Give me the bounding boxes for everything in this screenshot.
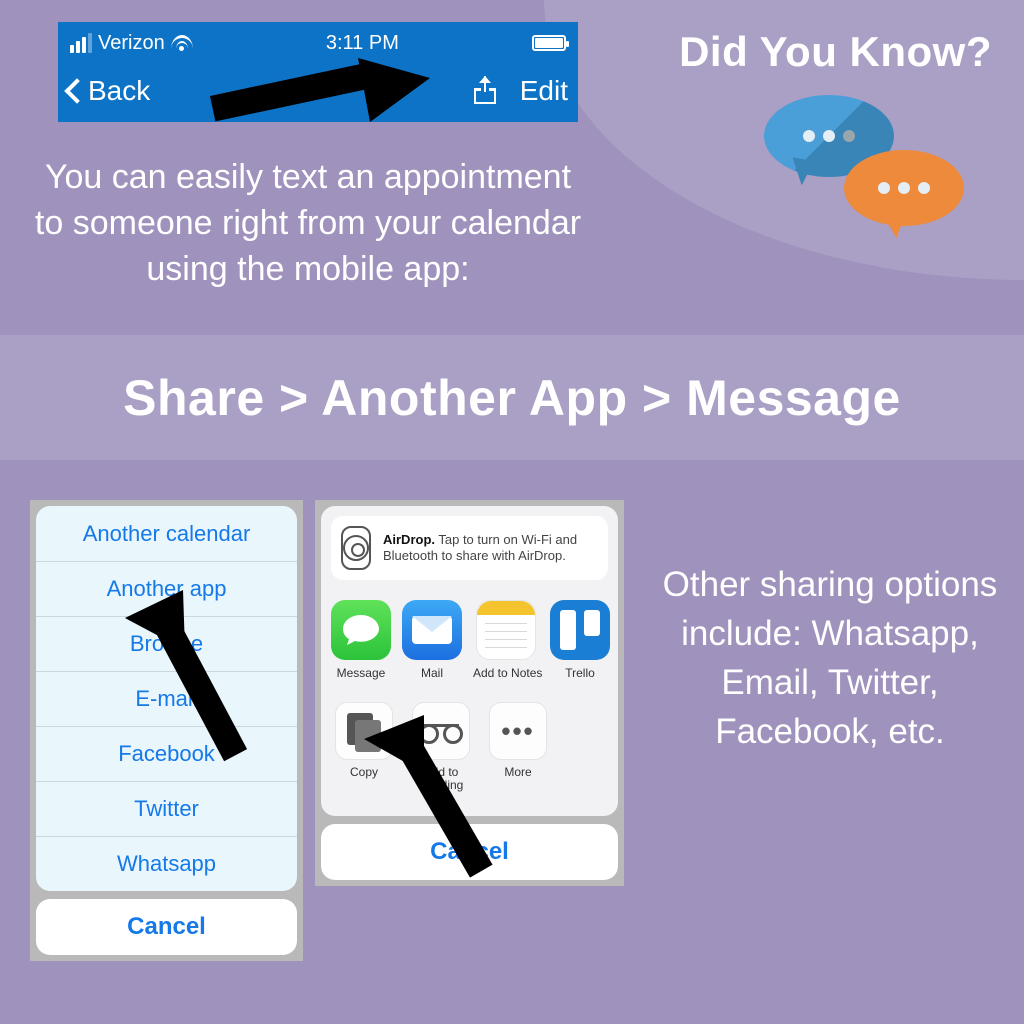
menu-item[interactable]: Another calendar <box>36 506 297 561</box>
did-you-know-title: Did You Know? <box>679 28 992 76</box>
intro-text: You can easily text an appointment to so… <box>28 155 588 293</box>
app-label: Trello <box>550 666 610 680</box>
app-label: Add to Notes <box>473 666 539 680</box>
battery-icon <box>532 35 566 51</box>
message-icon <box>331 600 391 660</box>
mail-icon <box>402 600 462 660</box>
notes-icon <box>476 600 536 660</box>
share-app-message[interactable]: Message <box>331 600 391 680</box>
corner-panel: Did You Know? <box>544 0 1024 280</box>
share-app-notes[interactable]: Add to Notes <box>473 600 539 680</box>
annotation-arrow-icon <box>210 58 430 128</box>
other-options-text: Other sharing options include: Whatsapp,… <box>660 560 1000 756</box>
cancel-button[interactable]: Cancel <box>36 899 297 955</box>
chevron-left-icon <box>64 78 89 103</box>
cell-signal-icon <box>70 33 92 53</box>
airdrop-row[interactable]: AirDrop. Tap to turn on Wi-Fi and Blueto… <box>331 516 608 580</box>
menu-item[interactable]: Whatsapp <box>36 836 297 891</box>
app-label: Mail <box>402 666 462 680</box>
trello-icon <box>550 600 610 660</box>
breadcrumb-bar: Share > Another App > Message <box>0 335 1024 460</box>
wifi-icon <box>171 35 193 51</box>
app-label: Message <box>331 666 391 680</box>
speech-bubbles-icon <box>764 95 984 255</box>
back-button[interactable]: Back <box>68 75 150 107</box>
back-label: Back <box>88 75 150 107</box>
menu-item[interactable]: Twitter <box>36 781 297 836</box>
share-app-trello[interactable]: Trello <box>550 600 610 680</box>
share-menu-screenshot: Another calendar Another app Browse E-ma… <box>30 500 303 961</box>
airdrop-text: AirDrop. Tap to turn on Wi-Fi and Blueto… <box>383 532 598 565</box>
share-sheet-screenshot: AirDrop. Tap to turn on Wi-Fi and Blueto… <box>315 500 624 886</box>
carrier-label: Verizon <box>98 32 165 55</box>
annotation-arrow-icon <box>105 590 265 780</box>
airdrop-icon <box>341 526 371 570</box>
edit-button[interactable]: Edit <box>520 75 568 107</box>
annotation-arrow-icon <box>350 715 520 895</box>
share-icon[interactable] <box>472 78 498 104</box>
share-app-mail[interactable]: Mail <box>402 600 462 680</box>
time-label: 3:11 PM <box>326 32 399 55</box>
breadcrumb-text: Share > Another App > Message <box>123 369 901 427</box>
